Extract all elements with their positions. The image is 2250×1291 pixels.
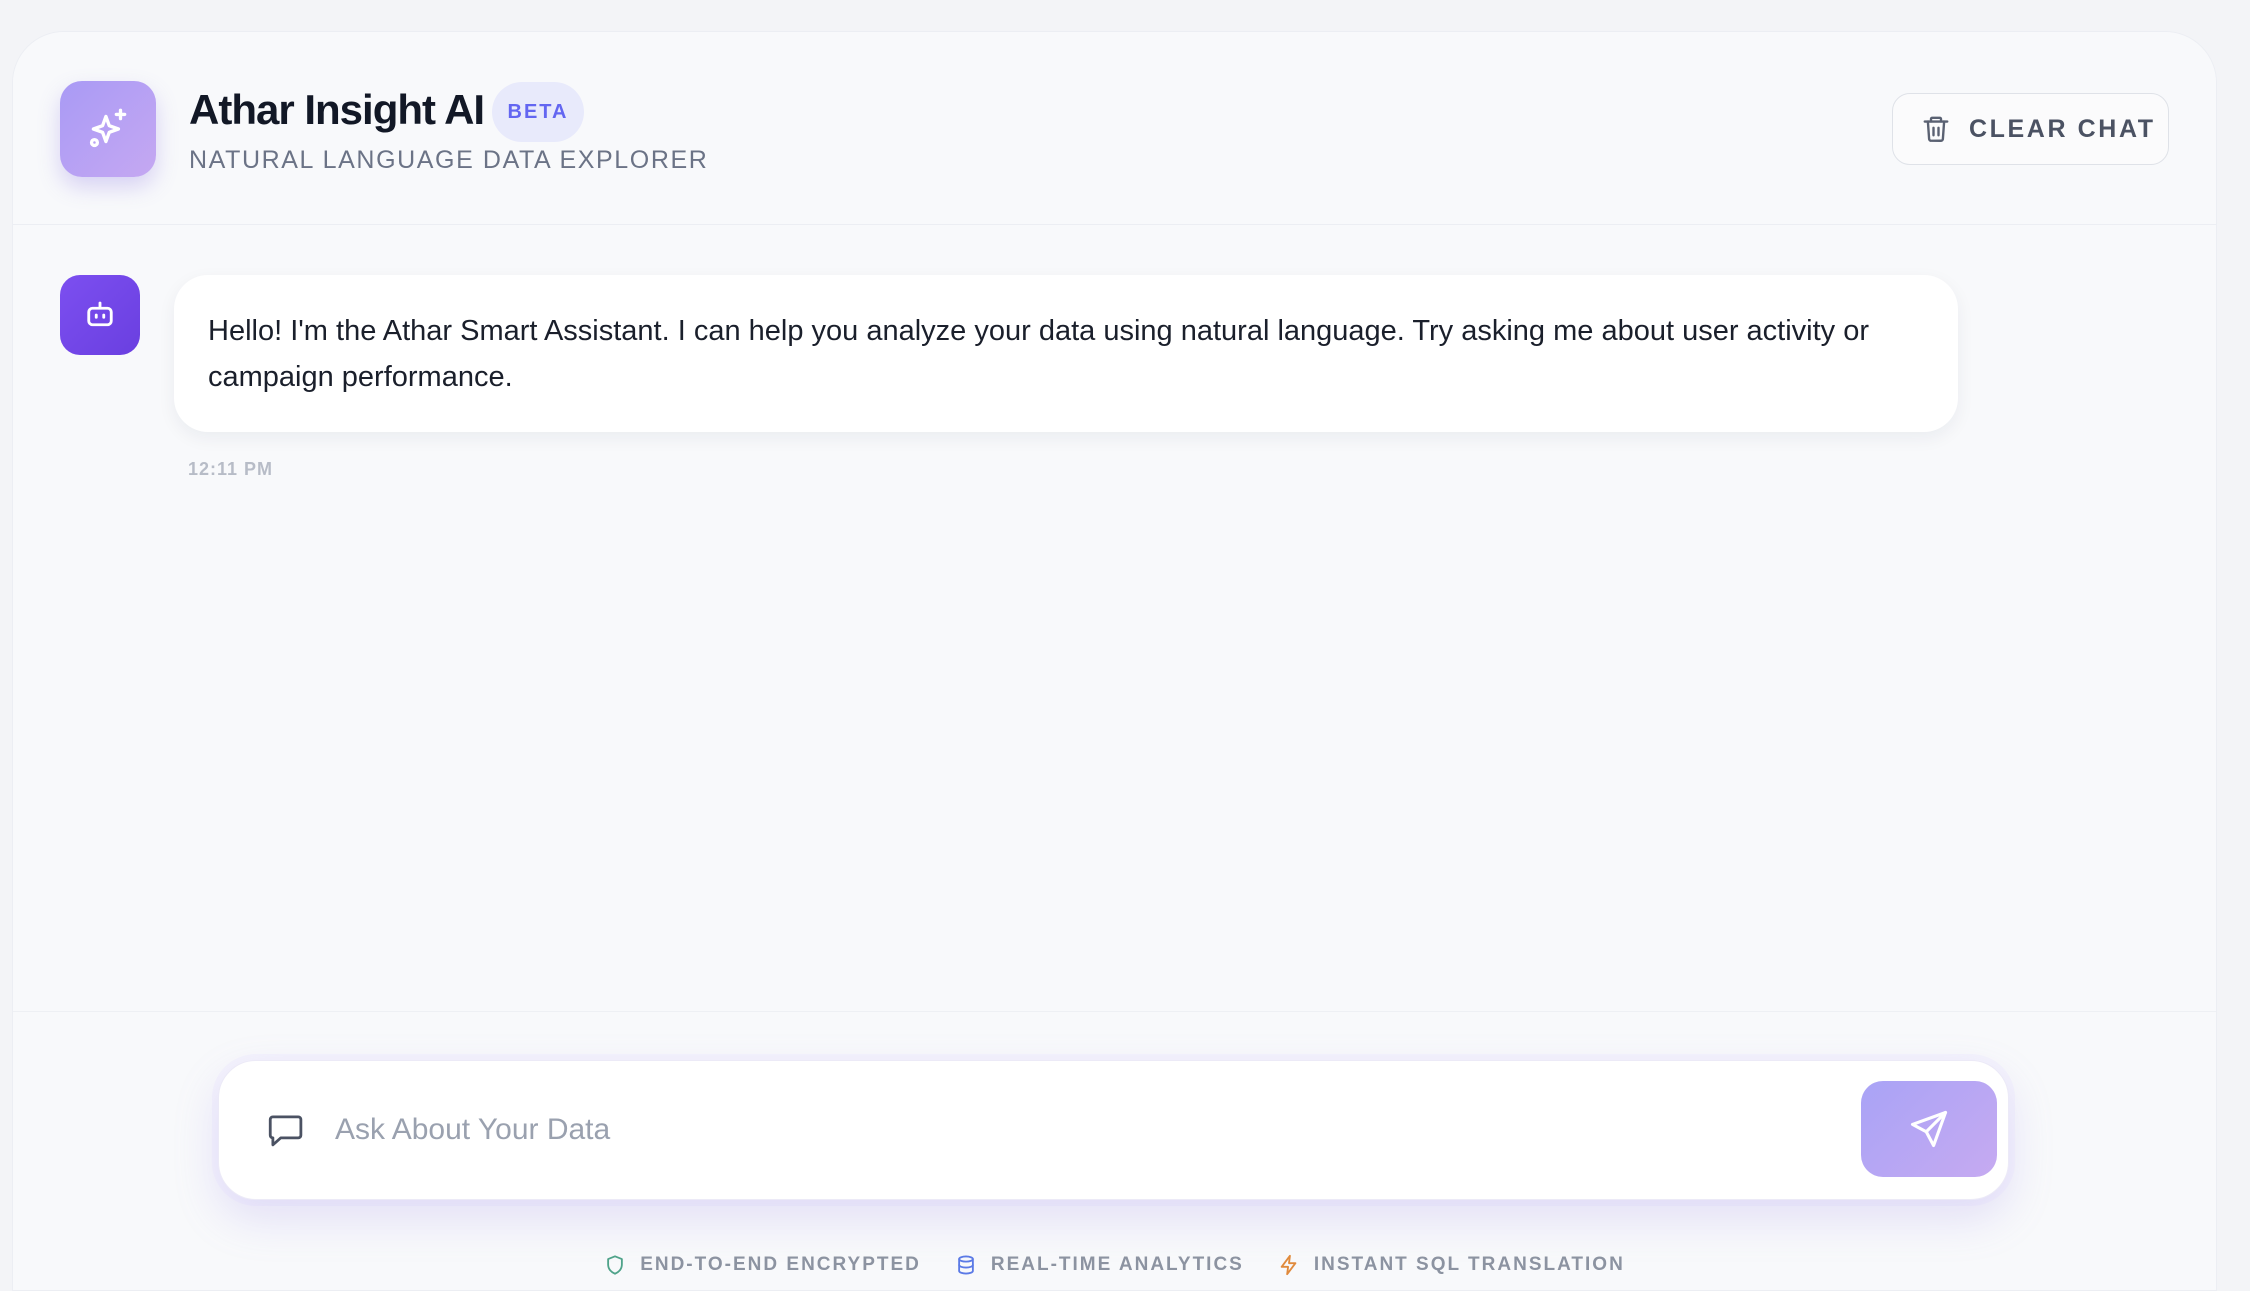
clear-chat-button[interactable]: CLEAR CHAT xyxy=(1892,93,2169,165)
composer-area: END-TO-END ENCRYPTED REAL-TIME ANALYTICS xyxy=(13,1011,2216,1290)
app-subtitle: NATURAL LANGUAGE DATA EXPLORER xyxy=(189,146,709,174)
clear-chat-label: CLEAR CHAT xyxy=(1969,114,2156,143)
zap-icon xyxy=(1278,1254,1300,1276)
app-title: Athar Insight AI xyxy=(189,86,485,133)
bot-icon xyxy=(82,297,118,333)
app-window: Athar Insight AI BETA NATURAL LANGUAGE D… xyxy=(12,31,2217,1291)
feature-sql: INSTANT SQL TRANSLATION xyxy=(1278,1254,1625,1276)
shield-icon xyxy=(604,1254,626,1276)
assistant-avatar xyxy=(60,275,140,355)
beta-badge: BETA xyxy=(492,82,584,142)
feature-label: END-TO-END ENCRYPTED xyxy=(640,1254,921,1275)
query-input[interactable] xyxy=(333,1097,1873,1163)
header: Athar Insight AI BETA NATURAL LANGUAGE D… xyxy=(13,32,2216,225)
message-timestamp: 12:11 PM xyxy=(188,459,274,479)
composer xyxy=(218,1060,2009,1200)
app-logo xyxy=(60,81,156,177)
sparkles-icon xyxy=(83,104,133,154)
feature-label: REAL-TIME ANALYTICS xyxy=(990,1254,1244,1275)
message-square-icon xyxy=(265,1109,307,1151)
send-button[interactable] xyxy=(1861,1081,1997,1177)
assistant-message: Hello! I'm the Athar Smart Assistant. I … xyxy=(174,275,1958,432)
chat-messages[interactable]: Hello! I'm the Athar Smart Assistant. I … xyxy=(13,226,2216,1011)
feature-encrypted: END-TO-END ENCRYPTED xyxy=(604,1254,921,1276)
send-icon xyxy=(1907,1107,1951,1151)
trash-icon xyxy=(1921,114,1951,144)
feature-list: END-TO-END ENCRYPTED REAL-TIME ANALYTICS xyxy=(13,1254,2216,1276)
feature-analytics: REAL-TIME ANALYTICS xyxy=(955,1254,1244,1276)
database-icon xyxy=(955,1254,977,1276)
feature-label: INSTANT SQL TRANSLATION xyxy=(1313,1254,1625,1275)
